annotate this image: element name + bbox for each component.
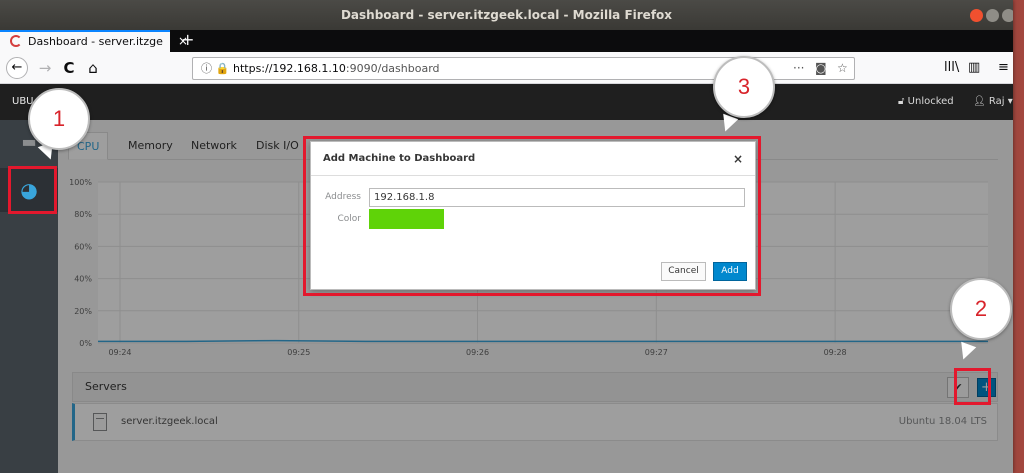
url-text: https://192.168.1.10:9090/dashboard [233, 58, 440, 79]
tab-strip: Dashboard - server.itzge × + [0, 30, 1013, 52]
page-actions-icon[interactable]: ··· [793, 58, 804, 79]
nav-toolbar: ← → C ⌂ ⓘ 🔒 https://192.168.1.10:9090/da… [0, 52, 1013, 84]
home-button[interactable]: ⌂ [82, 57, 104, 79]
url-path: :9090/dashboard [345, 62, 440, 75]
tab-title: Dashboard - server.itzge [28, 35, 163, 48]
firefox-window: Dashboard - server.itzgeek.local - Mozil… [0, 0, 1013, 473]
pocket-icon[interactable]: ◙ [815, 58, 827, 79]
minimize-window-icon[interactable] [986, 9, 999, 22]
user-icon: 👤︎ [973, 96, 989, 107]
unlocked-label: Unlocked [907, 96, 954, 107]
window-title: Dashboard - server.itzgeek.local - Mozil… [340, 8, 673, 22]
forward-button[interactable]: → [34, 57, 56, 79]
callout-3: 3 [713, 56, 775, 118]
unlocked-indicator[interactable]: 🔓︎ Unlocked [898, 84, 954, 120]
url-host: https://192.168.1.10 [233, 62, 346, 75]
debian-favicon-icon [10, 35, 22, 47]
callout-1: 1 [28, 88, 90, 150]
callout-2: 2 [950, 278, 1012, 340]
reload-button[interactable]: C [58, 57, 80, 79]
browser-tab[interactable]: Dashboard - server.itzge [0, 30, 170, 52]
sidebar-toggle-icon[interactable]: ▥ [968, 57, 980, 79]
menu-icon[interactable]: ≡ [998, 57, 1009, 79]
maximize-window-icon[interactable] [1002, 9, 1013, 22]
cockpit-masthead: UBU 🔓︎ Unlocked 👤︎ Raj ▾ [0, 84, 1013, 120]
unlock-icon: 🔓︎ [898, 96, 908, 107]
new-tab-button[interactable]: + [181, 30, 194, 50]
close-window-icon[interactable] [970, 9, 983, 22]
highlight-box-add [954, 368, 991, 405]
library-icon[interactable]: lll\ [944, 57, 959, 79]
bookmark-star-icon[interactable]: ☆ [837, 58, 848, 79]
highlight-box-dashboard [8, 166, 57, 214]
window-titlebar: Dashboard - server.itzgeek.local - Mozil… [0, 0, 1013, 30]
back-button[interactable]: ← [6, 57, 28, 79]
user-name: Raj [988, 96, 1005, 107]
user-menu[interactable]: 👤︎ Raj ▾ [973, 84, 1013, 120]
highlight-box-dialog [303, 136, 761, 296]
info-lock-icon[interactable]: ⓘ 🔒 [201, 58, 229, 79]
